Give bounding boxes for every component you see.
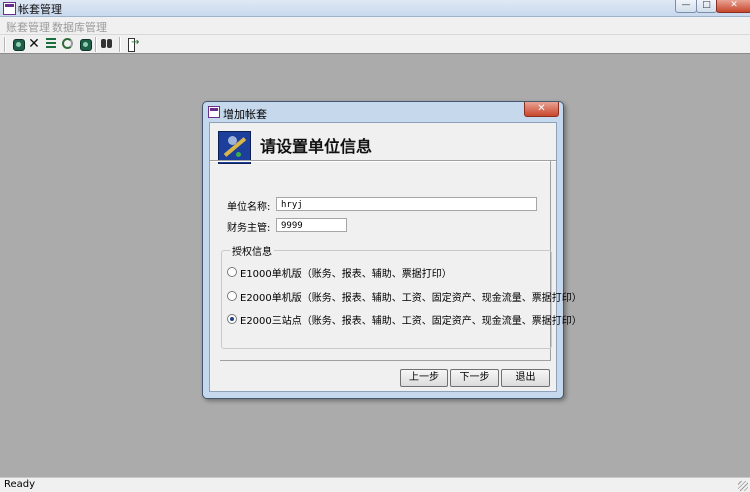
manager-input[interactable]: 9999 bbox=[276, 218, 347, 232]
toolbar-separator bbox=[119, 37, 121, 52]
license-option-label: E2000单机版（账务、报表、辅助、工资、固定资产、现金流量、票据打印） bbox=[240, 293, 582, 304]
refresh-icon[interactable] bbox=[61, 37, 75, 51]
unit-name-input[interactable]: hryj bbox=[276, 197, 537, 211]
binoculars-icon[interactable] bbox=[78, 37, 92, 51]
prev-button[interactable]: 上一步 bbox=[400, 369, 448, 387]
dialog-body: 请设置单位信息 单位名称: hryj 财务主管: 9999 授权信息 E1000… bbox=[209, 122, 582, 392]
app-icon bbox=[3, 2, 16, 15]
manager-label: 财务主管: bbox=[227, 223, 271, 234]
database-icon[interactable] bbox=[11, 37, 25, 51]
minimize-button[interactable]: — bbox=[675, 0, 697, 13]
dialog-title: 增加帐套 bbox=[223, 108, 267, 121]
menu-database-management[interactable]: 数据库管理 bbox=[52, 19, 107, 35]
main-title-bar: 帐套管理 — □ ✕ bbox=[0, 0, 750, 17]
status-bar: Ready bbox=[0, 477, 750, 492]
close-button[interactable]: ✕ bbox=[716, 0, 750, 13]
status-text: Ready bbox=[4, 479, 36, 490]
exit-icon[interactable] bbox=[125, 37, 139, 52]
license-group-caption: 授权信息 bbox=[230, 243, 274, 258]
radio-button[interactable] bbox=[227, 267, 237, 277]
resize-grip[interactable] bbox=[738, 481, 748, 491]
delete-icon[interactable]: ✕ bbox=[27, 37, 41, 51]
license-option-label: E1000单机版（账务、报表、辅助、票据打印） bbox=[240, 269, 452, 280]
license-option-label: E2000三站点（账务、报表、辅助、工资、固定资产、现金流量、票据打印） bbox=[240, 316, 582, 327]
wizard-heading: 请设置单位信息 bbox=[260, 137, 373, 156]
menu-account-management[interactable]: 账套管理 bbox=[6, 19, 50, 35]
toolbar: ✕ bbox=[0, 35, 750, 54]
toolbar-separator bbox=[95, 37, 97, 52]
exit-button[interactable]: 退出 bbox=[501, 369, 550, 387]
dialog-title-bar[interactable]: 增加帐套 ✕ bbox=[203, 102, 563, 122]
add-account-dialog: 增加帐套 ✕ 请设置单位信息 单位名称: hryj 财务主管: 9999 授权信… bbox=[202, 101, 582, 399]
radio-button-selected[interactable] bbox=[227, 314, 237, 324]
window-title: 帐套管理 bbox=[18, 3, 62, 16]
unit-name-label: 单位名称: bbox=[227, 202, 271, 213]
dialog-close-button[interactable]: ✕ bbox=[524, 102, 559, 117]
radio-button[interactable] bbox=[227, 291, 237, 301]
search-icon[interactable] bbox=[100, 37, 114, 51]
toolbar-separator bbox=[4, 37, 6, 52]
next-button[interactable]: 下一步 bbox=[450, 369, 499, 387]
menu-bar: 账套管理 数据库管理 bbox=[0, 17, 750, 35]
dialog-icon bbox=[208, 106, 220, 118]
grid-icon[interactable] bbox=[44, 37, 58, 51]
maximize-button[interactable]: □ bbox=[696, 0, 717, 13]
